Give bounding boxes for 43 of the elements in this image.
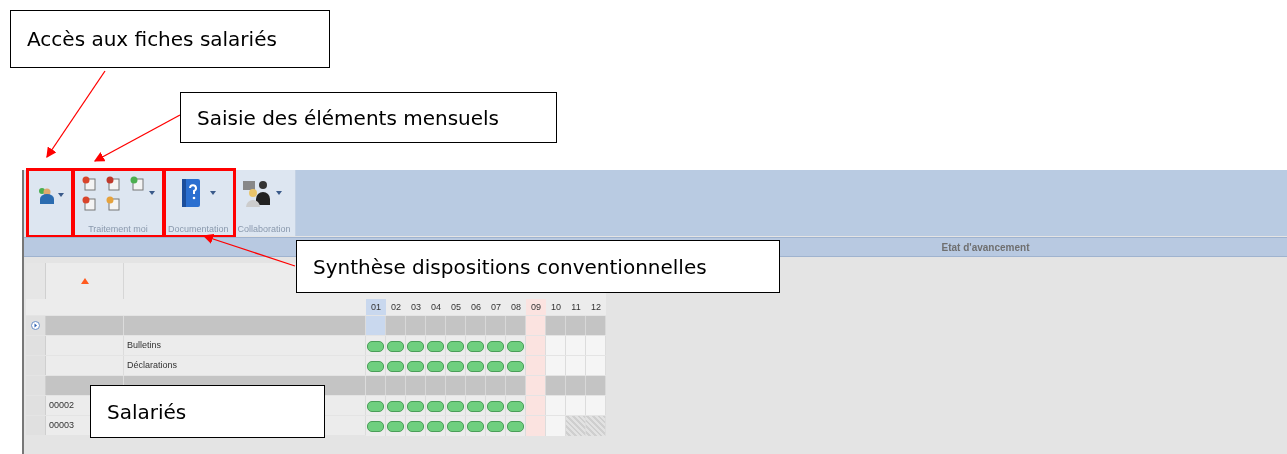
month-header[interactable]: 10 — [546, 299, 566, 315]
row-label: Bulletins — [124, 336, 366, 355]
caret-icon — [149, 191, 155, 195]
document-icon — [105, 175, 121, 191]
column-header[interactable] — [46, 263, 124, 299]
document-icon — [129, 175, 145, 191]
help-book-icon — [180, 178, 202, 208]
month-header[interactable]: 04 — [426, 299, 446, 315]
month-header[interactable]: 07 — [486, 299, 506, 315]
row-indicator[interactable] — [26, 316, 46, 335]
callout-text: Accès aux fiches salariés — [10, 10, 330, 68]
current-row-icon — [31, 321, 40, 330]
caret-icon — [275, 191, 282, 195]
month-header[interactable]: 12 — [586, 299, 606, 315]
document-icon — [81, 175, 97, 191]
callout-text: Salariés — [90, 385, 325, 438]
people-icon — [241, 179, 272, 207]
row-indicator[interactable] — [26, 376, 46, 395]
row-label: Déclarations — [124, 356, 366, 375]
month-header[interactable]: 08 — [506, 299, 526, 315]
ribbon-group-label: Documentation — [168, 223, 229, 236]
month-header[interactable]: 02 — [386, 299, 406, 315]
ribbon-group[interactable] — [28, 170, 73, 236]
callout-text: Synthèse dispositions conventionnelles — [296, 240, 780, 293]
month-header[interactable]: 01 — [366, 299, 386, 315]
month-header[interactable]: 11 — [566, 299, 586, 315]
person-icon — [36, 186, 54, 204]
callout-text: Saisie des éléments mensuels — [180, 92, 557, 143]
month-header[interactable]: 05 — [446, 299, 466, 315]
ribbon-group-label: Traitement moi — [87, 223, 149, 236]
caret-icon — [58, 193, 64, 197]
month-header[interactable]: 03 — [406, 299, 426, 315]
caret-icon — [210, 191, 216, 195]
document-icon — [81, 195, 97, 211]
row-indicator[interactable] — [26, 416, 46, 435]
ribbon-group-label: Collaboration — [237, 223, 291, 236]
month-header[interactable]: 09 — [526, 299, 546, 315]
document-icon — [105, 195, 121, 211]
row-indicator[interactable] — [26, 336, 46, 355]
row-indicator[interactable] — [26, 356, 46, 375]
month-header[interactable]: 06 — [466, 299, 486, 315]
row-indicator[interactable] — [26, 396, 46, 415]
panel-title: Etat d'avancement — [940, 240, 1030, 255]
